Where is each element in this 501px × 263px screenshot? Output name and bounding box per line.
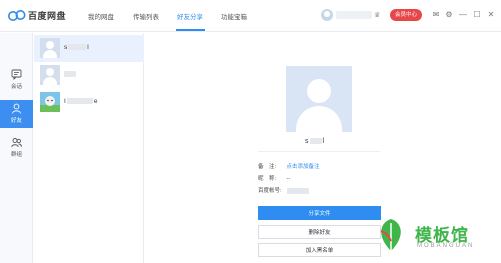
friend-name: sl bbox=[64, 44, 89, 51]
vip-icon[interactable]: ♛ bbox=[374, 11, 380, 19]
friend-list-item[interactable]: Ie bbox=[34, 89, 144, 116]
top-bar: 百度网盘 我的网盘 传输列表 好友分享 功能宝箱 ♛ 会员中心 ✉ ⚙ — ☐ … bbox=[0, 0, 501, 32]
group-icon bbox=[11, 138, 22, 148]
mail-icon[interactable]: ✉ bbox=[431, 10, 441, 20]
watermark-subtext: MOBANGUAN bbox=[417, 243, 475, 249]
profile-avatar bbox=[286, 66, 352, 132]
tab-toolbox[interactable]: 功能宝箱 bbox=[221, 11, 247, 21]
settings-icon[interactable]: ⚙ bbox=[444, 10, 454, 20]
friend-avatar bbox=[40, 65, 60, 85]
active-tab-indicator bbox=[176, 29, 205, 31]
friend-list: sl Ie bbox=[34, 33, 144, 263]
maximize-icon[interactable]: ☐ bbox=[472, 10, 482, 20]
delete-friend-button[interactable]: 删除好友 bbox=[258, 225, 381, 239]
rail-label-chat: 会话 bbox=[10, 84, 22, 90]
friend-avatar bbox=[40, 38, 60, 58]
rail-item-groups[interactable]: 群组 bbox=[0, 134, 33, 162]
friend-name: Ie bbox=[64, 98, 98, 105]
info-row-baidu-account: 百度帐号: bbox=[258, 186, 309, 194]
baidu-pan-logo-icon bbox=[8, 10, 26, 21]
minimize-icon[interactable]: — bbox=[458, 10, 468, 20]
share-files-button[interactable]: 分享文件 bbox=[258, 206, 381, 220]
nickname-value: -- bbox=[286, 176, 291, 182]
rail-label-groups: 群组 bbox=[10, 152, 22, 158]
close-icon[interactable]: ✕ bbox=[486, 10, 496, 20]
watermark: 模板馆 MOBANGUAN bbox=[371, 213, 501, 263]
friend-icon bbox=[12, 103, 21, 114]
info-row-remark: 备 注: 点击添加备注 bbox=[258, 162, 320, 170]
info-row-nickname: 昵 称: -- bbox=[258, 174, 290, 182]
chat-icon bbox=[11, 69, 22, 80]
friend-name bbox=[64, 71, 76, 78]
rail-item-chat[interactable]: 会话 bbox=[0, 66, 33, 94]
profile-name: sl bbox=[305, 138, 325, 145]
left-rail: 会话 好友 群组 bbox=[0, 33, 33, 263]
friend-list-item[interactable] bbox=[34, 62, 144, 89]
friend-avatar-cartoon bbox=[40, 92, 60, 112]
username-redacted bbox=[336, 11, 372, 19]
baidu-account-label: 百度帐号: bbox=[258, 188, 282, 194]
rail-item-friends[interactable]: 好友 bbox=[0, 100, 33, 128]
friend-list-item[interactable]: sl bbox=[34, 35, 144, 62]
tab-friend-share[interactable]: 好友分享 bbox=[177, 11, 203, 21]
nickname-label: 昵 称: bbox=[258, 176, 277, 182]
remark-label: 备 注: bbox=[258, 164, 277, 170]
rail-label-friends: 好友 bbox=[10, 118, 22, 124]
baidu-account-value bbox=[286, 187, 309, 194]
user-avatar[interactable] bbox=[321, 9, 333, 21]
member-center-button[interactable]: 会员中心 bbox=[390, 9, 422, 21]
add-remark-link[interactable]: 点击添加备注 bbox=[287, 162, 320, 170]
add-to-blacklist-button[interactable]: 加入黑名单 bbox=[258, 243, 381, 257]
divider bbox=[258, 151, 380, 152]
watermark-leaf-icon bbox=[380, 219, 401, 251]
app-title: 百度网盘 bbox=[28, 11, 67, 21]
tab-transfer-list[interactable]: 传输列表 bbox=[133, 11, 159, 21]
tab-my-pan[interactable]: 我的网盘 bbox=[88, 11, 114, 21]
